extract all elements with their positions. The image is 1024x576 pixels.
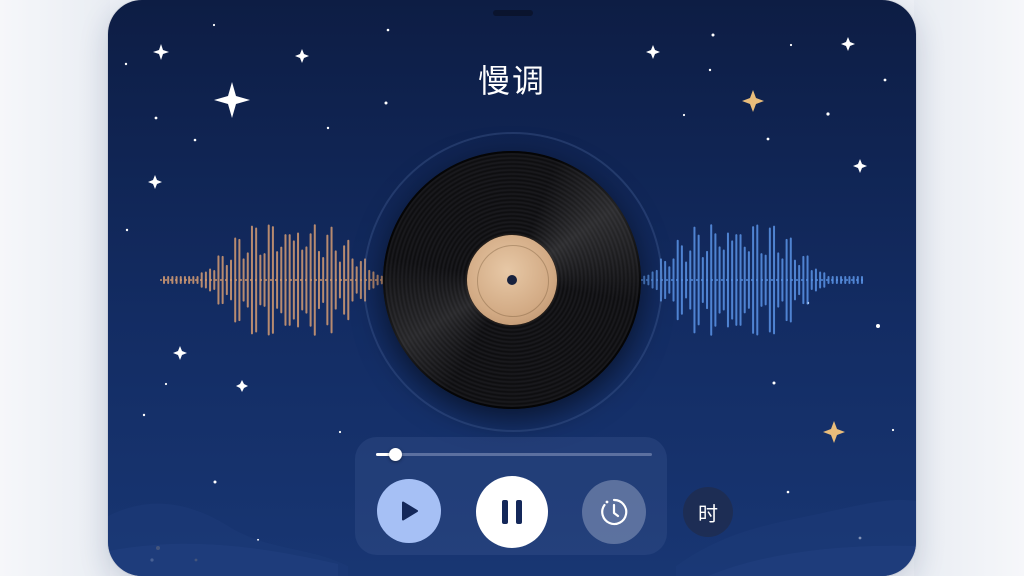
- sparkle-star: [148, 175, 162, 189]
- record-label: [467, 235, 557, 325]
- record-spindle-hole: [507, 275, 517, 285]
- hour-button[interactable]: 时: [683, 487, 733, 537]
- left-backdrop: [0, 0, 110, 576]
- progress-slider[interactable]: [376, 448, 652, 461]
- timer-icon: [601, 498, 628, 526]
- sparkle-star: [853, 159, 867, 173]
- sparkle-star: [236, 380, 248, 392]
- audio-waveform-left: [160, 224, 390, 336]
- sparkle-star: [841, 37, 855, 51]
- vinyl-record: [383, 151, 641, 409]
- audio-waveform-right: [636, 224, 866, 336]
- play-button[interactable]: [377, 479, 441, 543]
- pause-button[interactable]: [476, 476, 548, 548]
- right-backdrop: [914, 0, 1024, 576]
- timer-button[interactable]: [582, 480, 646, 544]
- player-screen: 慢调 时: [108, 0, 916, 576]
- play-icon: [402, 501, 418, 521]
- track-title: 慢调: [477, 62, 546, 100]
- pause-icon: [502, 500, 522, 524]
- gold-star: [823, 421, 845, 443]
